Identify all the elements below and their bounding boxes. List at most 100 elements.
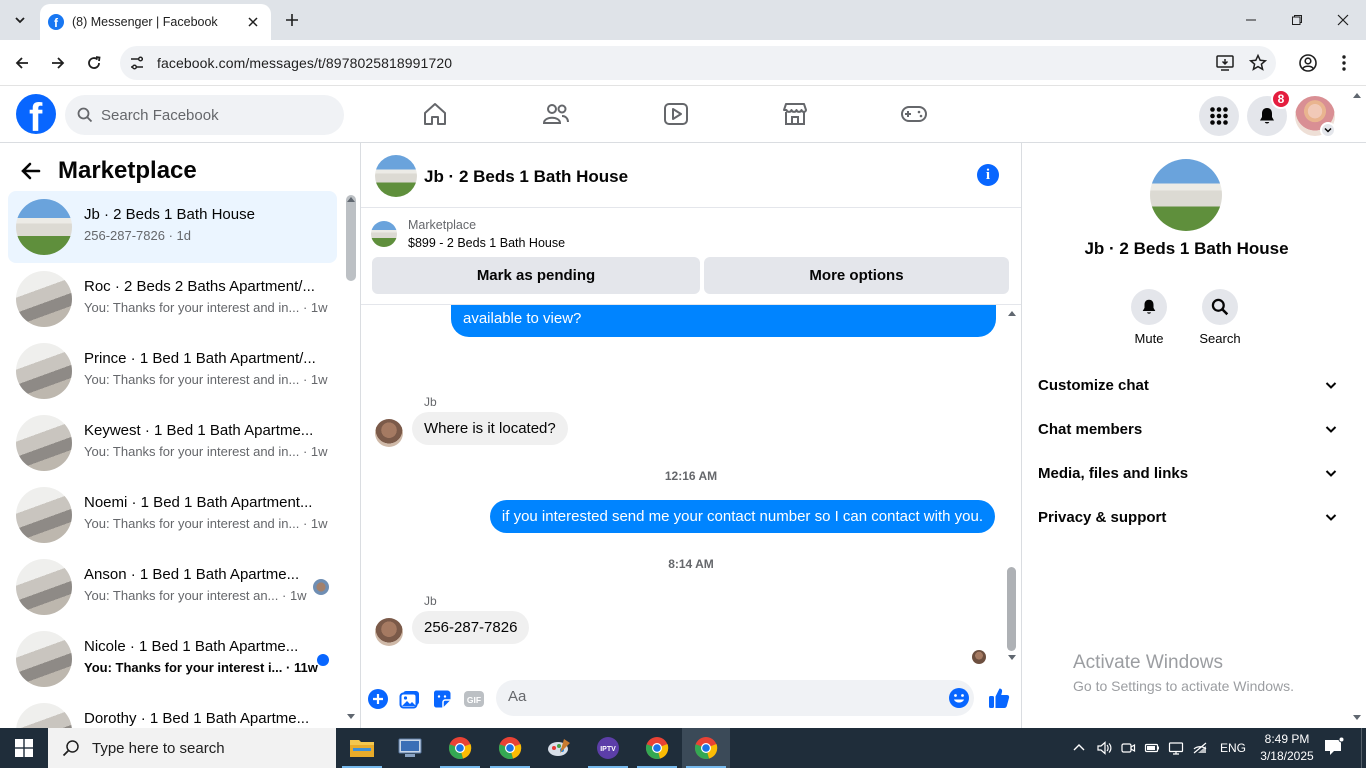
new-tab-button[interactable] xyxy=(280,8,304,32)
clock-time: 8:49 PM xyxy=(1264,732,1310,746)
conversation-name: Anson · 1 Bed 1 Bath Apartme... xyxy=(84,566,300,583)
message-timestamp: 8:14 AM xyxy=(668,557,714,571)
thumbs-up-icon[interactable] xyxy=(987,686,1011,710)
conversation-list-panel: Marketplace Jb · 2 Beds 1 Bath House 256-… xyxy=(0,143,361,728)
profile-button[interactable] xyxy=(1294,49,1322,77)
scroll-down-icon[interactable] xyxy=(346,713,356,721)
conversation-item[interactable]: Prince · 1 Bed 1 Bath Apartment/... You: … xyxy=(8,335,337,407)
gaming-controller-icon[interactable] xyxy=(900,100,928,128)
details-section-row[interactable]: Customize chat xyxy=(1038,363,1338,407)
tab-search-dropdown[interactable] xyxy=(6,6,34,34)
iptv-app[interactable]: IPTV xyxy=(584,728,632,768)
chat-title[interactable]: Jb · 2 Beds 1 Bath House xyxy=(424,167,628,187)
more-options-button[interactable]: More options xyxy=(704,257,1009,294)
conversation-item[interactable]: Dorothy · 1 Bed 1 Bath Apartme... xyxy=(8,695,337,728)
file-explorer-app[interactable] xyxy=(338,728,386,768)
camera-icon[interactable] xyxy=(1120,740,1136,756)
paint-app[interactable] xyxy=(535,728,583,768)
page-scroll-up-icon[interactable] xyxy=(1352,91,1362,99)
restore-button[interactable] xyxy=(1274,0,1320,40)
show-desktop-button[interactable] xyxy=(1361,728,1366,768)
details-section-row[interactable]: Privacy & support xyxy=(1038,495,1338,539)
close-icon xyxy=(1337,14,1349,26)
message-composer: GIF xyxy=(361,676,1021,722)
chat-listing-thumbnail[interactable] xyxy=(375,155,417,197)
watch-video-icon[interactable] xyxy=(662,100,690,128)
chrome-app-2[interactable] xyxy=(486,728,534,768)
address-bar[interactable]: facebook.com/messages/t/8978025818991720 xyxy=(120,46,1276,80)
notification-center-button[interactable] xyxy=(1322,736,1348,760)
menu-apps-button[interactable] xyxy=(1199,96,1239,136)
battery-plug-icon[interactable] xyxy=(1144,740,1160,756)
minimize-button[interactable] xyxy=(1228,0,1274,40)
tab-close-button[interactable] xyxy=(243,12,263,32)
scroll-up-icon[interactable] xyxy=(346,195,356,203)
taskbar-search[interactable]: Type here to search xyxy=(48,728,336,768)
back-button[interactable] xyxy=(8,49,36,77)
page-scroll-down-icon[interactable] xyxy=(1352,714,1362,722)
attach-photo-icon[interactable] xyxy=(399,688,421,710)
scrollbar-thumb[interactable] xyxy=(346,195,356,281)
chrome-app-3[interactable] xyxy=(633,728,681,768)
facebook-search-input[interactable] xyxy=(101,106,321,124)
install-app-icon[interactable] xyxy=(1215,53,1235,73)
conversation-item[interactable]: Nicole · 1 Bed 1 Bath Apartme... You: Tha… xyxy=(8,623,337,695)
browser-tab-messenger[interactable]: f (8) Messenger | Facebook xyxy=(40,4,271,40)
volume-icon[interactable] xyxy=(1096,740,1112,756)
details-section-row[interactable]: Media, files and links xyxy=(1038,451,1338,495)
chat-header: Jb · 2 Beds 1 Bath House i xyxy=(361,143,1021,208)
mute-action[interactable]: Mute xyxy=(1119,289,1179,346)
gif-icon[interactable]: GIF xyxy=(463,688,485,710)
bell-icon xyxy=(1142,299,1156,314)
chevron-down-icon xyxy=(1325,470,1337,477)
chat-scrollbar-thumb[interactable] xyxy=(1007,567,1016,651)
marketplace-store-icon[interactable] xyxy=(781,100,809,128)
outgoing-message: if you interested send me your contact n… xyxy=(489,500,995,533)
close-window-button[interactable] xyxy=(1320,0,1366,40)
taskbar-search-text: Type here to search xyxy=(92,739,225,757)
sender-avatar[interactable] xyxy=(375,419,403,447)
facebook-logo-icon[interactable]: f xyxy=(16,94,56,134)
home-icon[interactable] xyxy=(421,100,449,128)
chrome-app-active[interactable] xyxy=(682,728,730,768)
facebook-search[interactable] xyxy=(65,95,344,135)
network-icon[interactable] xyxy=(1168,740,1184,756)
scroll-down-icon[interactable] xyxy=(1007,654,1017,662)
info-icon[interactable]: i xyxy=(977,164,999,186)
conversation-item[interactable]: Keywest · 1 Bed 1 Bath Apartme... You: Th… xyxy=(8,407,337,479)
scroll-up-icon[interactable] xyxy=(1007,309,1017,317)
account-menu-caret[interactable] xyxy=(1320,122,1336,138)
details-section-row[interactable]: Chat members xyxy=(1038,407,1338,451)
system-clock[interactable]: 8:49 PM 3/18/2025 xyxy=(1254,731,1320,765)
back-arrow-icon[interactable] xyxy=(20,160,42,182)
mark-as-pending-button[interactable]: Mark as pending xyxy=(372,257,700,294)
conversation-item[interactable]: Roc · 2 Beds 2 Baths Apartment/... You: T… xyxy=(8,263,337,335)
language-indicator[interactable]: ENG xyxy=(1220,741,1246,755)
friends-icon[interactable] xyxy=(542,100,570,128)
unread-dot xyxy=(317,654,329,666)
sticker-icon[interactable] xyxy=(431,688,453,710)
add-plus-circle-icon[interactable] xyxy=(367,688,389,710)
message-input[interactable] xyxy=(508,688,908,705)
seen-receipt-avatar xyxy=(972,650,986,664)
sender-avatar[interactable] xyxy=(375,618,403,646)
computer-app[interactable] xyxy=(386,728,434,768)
forward-button[interactable] xyxy=(44,49,72,77)
browser-menu-button[interactable] xyxy=(1330,49,1358,77)
conversation-item[interactable]: Jb · 2 Beds 1 Bath House 256-287-7826 · 1… xyxy=(8,191,337,263)
chrome-app-1[interactable] xyxy=(436,728,484,768)
start-button[interactable] xyxy=(0,728,48,768)
chevron-up-icon[interactable] xyxy=(1072,741,1086,755)
wifi-off-icon[interactable] xyxy=(1192,740,1208,756)
reload-button[interactable] xyxy=(80,49,108,77)
conversation-preview: You: Thanks for your interest an... · 1w xyxy=(84,588,307,603)
conversation-item[interactable]: Noemi · 1 Bed 1 Bath Apartment... You: Th… xyxy=(8,479,337,551)
message-input-box[interactable] xyxy=(496,680,974,716)
search-in-conversation-action[interactable]: Search xyxy=(1190,289,1250,346)
message-timestamp: 12:16 AM xyxy=(664,469,718,483)
emoji-icon[interactable] xyxy=(948,687,970,709)
bookmark-star-icon[interactable] xyxy=(1248,53,1268,73)
conversation-item[interactable]: Anson · 1 Bed 1 Bath Apartme... You: Than… xyxy=(8,551,337,623)
listing-profile-image[interactable] xyxy=(1150,159,1222,231)
details-section-label: Media, files and links xyxy=(1038,464,1189,482)
